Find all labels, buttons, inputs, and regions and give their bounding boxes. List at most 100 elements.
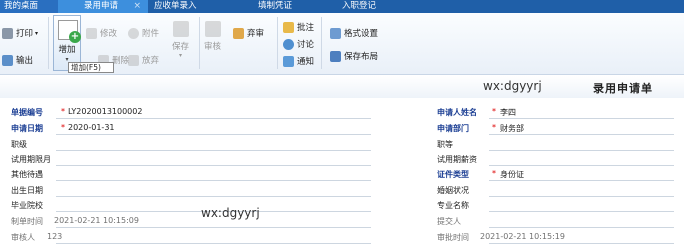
field-probation-salary: 试用期薪资 — [437, 154, 677, 167]
tab-label: 入职登记 — [342, 1, 377, 11]
discard-audit-icon — [233, 27, 244, 39]
required-mark: * — [492, 107, 496, 116]
note-icon — [283, 21, 294, 33]
format-settings-icon — [330, 27, 341, 39]
field-rank: 职级 — [11, 139, 371, 152]
field-label: 职等 — [437, 140, 453, 149]
field-major: 专业名称 — [437, 200, 677, 213]
format-settings-button[interactable]: 格式设置 — [330, 27, 378, 39]
annotate-button[interactable]: 批注 — [283, 21, 314, 33]
application-date-value[interactable]: 2020-01-31 — [68, 123, 115, 132]
close-icon[interactable]: × — [133, 0, 141, 13]
id-type-value[interactable]: 身份证 — [500, 169, 524, 180]
field-underline — [489, 118, 674, 119]
notify-button[interactable]: 通知 — [283, 55, 314, 67]
field-label: 申请部门 — [437, 124, 469, 133]
field-underline — [56, 196, 371, 197]
watermark: wx:dgyyrj — [483, 79, 542, 93]
print-button[interactable]: 打印 ▾ — [2, 27, 38, 39]
format-settings-label: 格式设置 — [344, 29, 379, 39]
field-underline — [489, 165, 674, 166]
toolbar-divider — [48, 17, 49, 69]
export-button[interactable]: 输出 — [2, 54, 33, 66]
abandon-icon — [128, 54, 139, 66]
discard-audit-button[interactable]: 弃审 — [233, 27, 264, 39]
field-underline — [489, 211, 674, 212]
field-label: 审核人 — [11, 233, 35, 242]
field-reviewer: 审核人 123 — [11, 232, 371, 245]
applicant-name-value[interactable]: 李四 — [500, 107, 516, 118]
abandon-label: 放弃 — [142, 56, 160, 66]
save-label: 保存 — [172, 42, 190, 52]
discard-audit-label: 弃审 — [247, 29, 265, 39]
field-submitter: 提交人 — [437, 216, 677, 229]
field-underline — [489, 227, 674, 228]
audit-label: 审核 — [204, 42, 222, 52]
field-label: 提交人 — [437, 217, 461, 226]
watermark: wx:dgyyrj — [201, 206, 260, 220]
attachment-button[interactable]: 附件 — [128, 27, 159, 39]
field-underline — [56, 134, 371, 135]
field-graduate-school: 毕业院校 — [11, 200, 371, 213]
audit-button[interactable]: 审核 — [204, 21, 221, 52]
field-label: 证件类型 — [437, 170, 469, 179]
save-button[interactable]: 保存 ▾ — [172, 21, 189, 59]
floppy-disk-icon — [172, 21, 189, 37]
tab-desktop[interactable]: 我的桌面 — [0, 0, 58, 13]
field-label: 专业名称 — [437, 201, 469, 210]
toolbar-divider — [277, 17, 278, 69]
toolbar-divider — [199, 17, 200, 69]
field-id-type: 证件类型 * 身份证 — [437, 169, 677, 182]
field-label: 职级 — [11, 140, 27, 149]
tab-hiring-application[interactable]: 录用申请 × — [58, 0, 148, 13]
print-label: 打印 — [16, 29, 34, 39]
field-underline — [489, 180, 674, 181]
printer-icon — [2, 27, 13, 39]
field-underline — [56, 118, 371, 119]
field-underline — [56, 165, 371, 166]
field-label: 婚姻状况 — [437, 186, 469, 195]
add-label: 增加 — [58, 45, 76, 55]
add-document-icon: + — [58, 20, 81, 43]
annotate-label: 批注 — [297, 23, 315, 33]
tab-label: 填制凭证 — [258, 1, 293, 11]
field-department: 申请部门 * 财务部 — [437, 123, 677, 136]
delete-label: 删除 — [112, 56, 130, 66]
discuss-button[interactable]: 讨论 — [283, 38, 314, 50]
department-value[interactable]: 财务部 — [500, 123, 524, 134]
abandon-button[interactable]: 放弃 — [128, 54, 159, 66]
reviewer-value: 123 — [47, 232, 63, 241]
field-underline — [489, 150, 674, 151]
field-label: 其他待遇 — [11, 170, 43, 179]
field-label: 制单时间 — [11, 217, 43, 226]
field-underline — [56, 243, 371, 244]
modify-button[interactable]: 修改 — [86, 27, 117, 39]
field-document-number: 单据编号 * LY2020013100002 — [11, 107, 371, 120]
required-mark: * — [61, 107, 65, 116]
modify-label: 修改 — [100, 29, 118, 39]
field-underline — [56, 150, 371, 151]
export-icon — [2, 54, 13, 66]
notify-label: 通知 — [297, 57, 315, 67]
tab-bar: 我的桌面 录用申请 × 应收单录入 填制凭证 入职登记 — [0, 0, 684, 13]
field-label: 申请日期 — [11, 124, 43, 133]
toolbar-divider — [321, 17, 322, 69]
save-layout-button[interactable]: 保存布局 — [330, 50, 378, 62]
field-label: 试用期限月 — [11, 155, 51, 164]
audit-icon — [204, 21, 221, 37]
form-header — [0, 76, 684, 98]
tab-onboarding[interactable]: 入职登记 — [316, 0, 406, 13]
field-approval-time: 审批时间 2021-02-21 10:15:19 — [437, 232, 677, 245]
chevron-down-icon[interactable]: ▾ — [35, 30, 38, 37]
document-number-value[interactable]: LY2020013100002 — [68, 107, 142, 116]
tab-voucher-entry[interactable]: 填制凭证 — [234, 0, 316, 13]
field-grade: 职等 — [437, 139, 677, 152]
tab-receivables-entry[interactable]: 应收单录入 — [148, 0, 234, 13]
pencil-icon — [86, 27, 97, 39]
field-label: 试用期薪资 — [437, 155, 477, 164]
export-label: 输出 — [16, 56, 34, 66]
field-created-time: 制单时间 2021-02-21 10:15:09 — [11, 216, 371, 229]
chevron-down-icon[interactable]: ▾ — [179, 52, 182, 59]
add-tooltip: 增加(F5) — [68, 62, 114, 73]
discuss-label: 讨论 — [297, 40, 315, 50]
